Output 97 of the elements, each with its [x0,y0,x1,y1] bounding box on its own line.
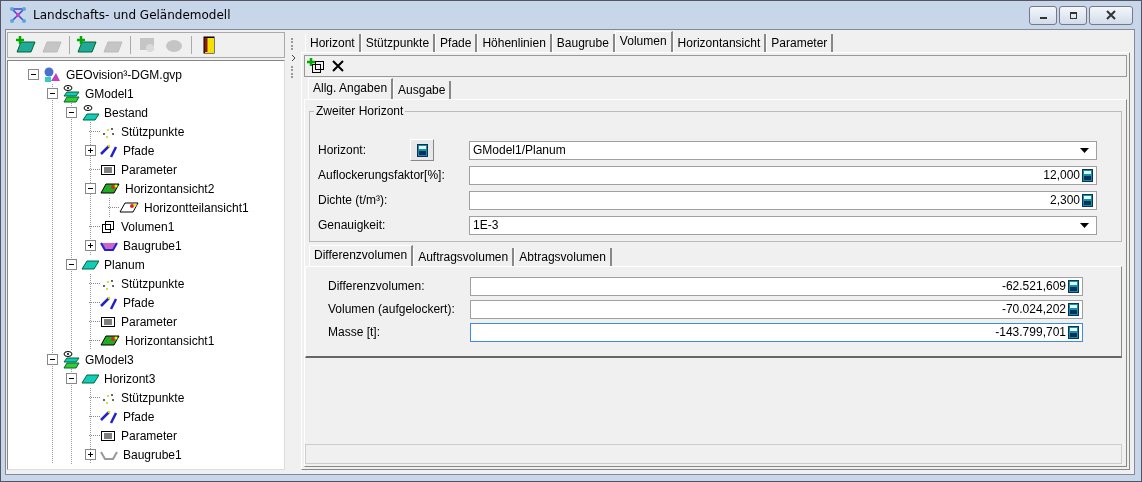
tab[interactable]: Auftragsvolumen [413,248,515,266]
tree-item[interactable]: Parameter [119,314,180,329]
calculator-icon [1082,193,1093,207]
tree-item[interactable]: Horizont3 [102,371,158,386]
tree-item[interactable]: Stützpunkte [119,390,187,405]
list-icon [100,429,116,442]
tab[interactable]: Ausgabe [393,81,452,99]
tree-item[interactable]: Planum [102,257,147,272]
tree-item[interactable]: GEOvision³-DGM.gvp [64,67,185,82]
minimize-icon [1039,17,1047,19]
tab[interactable]: Abtragsvolumen [514,248,612,266]
calculator-icon [1068,302,1079,316]
tree-item[interactable]: Stützpunkte [119,276,187,291]
tab[interactable]: Baugrube [551,34,615,52]
tab[interactable]: Höhenlinien [477,34,552,52]
colored-layer-icon [100,334,120,347]
expand-toggle[interactable] [85,145,96,156]
calculator-icon [1068,279,1079,293]
tree-item[interactable]: Parameter [119,428,180,443]
add-cube-icon[interactable] [307,57,325,75]
tree-item[interactable]: Stützpunkte [119,124,187,139]
collapse-toggle[interactable] [47,354,58,365]
tab[interactable]: Pfade [435,34,478,52]
tree-item[interactable]: GModel1 [83,86,136,101]
dropdown-field[interactable]: 1E-3 [469,215,1097,235]
cube-icon [100,219,116,234]
tree-item[interactable]: Volumen1 [119,219,177,234]
tab[interactable]: Allg. Angaben [308,78,394,99]
tree-item[interactable]: Baugrube1 [121,447,184,462]
eye-layer-icon [81,103,99,122]
caret-icon [1080,222,1089,228]
calculator-icon [416,143,428,157]
plus-icon [86,146,95,155]
tab[interactable]: Horizontansicht [672,34,767,52]
collapse-toggle[interactable] [66,107,77,118]
maximize-button[interactable] [1059,5,1087,25]
field-label: Differenzvolumen: [328,279,426,293]
path-lines-icon [100,294,118,311]
collapse-toggle[interactable] [85,183,96,194]
window-title: Landschafts- und Geländemodell [33,8,231,22]
tree-item[interactable]: Bestand [102,105,151,120]
field-label: Horizont: [318,143,368,157]
collapse-toggle[interactable] [28,69,39,80]
stacked-layers-icon [62,84,80,103]
tab[interactable]: Parameter [766,34,834,52]
minimize-button[interactable] [1029,5,1057,25]
calculator-icon [1082,168,1093,182]
tree-item[interactable]: Horizontansicht1 [123,333,217,348]
picker-button[interactable] [410,139,434,161]
tree-item[interactable]: Horizontansicht2 [123,181,217,196]
tree-item[interactable]: Parameter [119,162,180,177]
colored-layer-icon [100,182,120,195]
list-icon [100,163,116,176]
dropdown-field[interactable]: GModel1/Planum [469,140,1097,160]
stacked-layers-icon [62,350,80,369]
globe-icon [43,66,61,83]
tree-item[interactable]: Pfade [121,295,157,310]
list-icon [100,315,116,328]
path-lines-icon [100,408,118,425]
tab[interactable]: Horizont [305,34,361,52]
collapse-toggle[interactable] [66,373,77,384]
field-label: Genauigkeit: [318,218,387,232]
expand-toggle[interactable] [85,240,96,251]
tab[interactable]: Stützpunkte [360,34,436,52]
close-button[interactable] [1089,5,1133,25]
plus-icon [86,241,95,250]
layer-icon [81,372,99,385]
field-label: Dichte (t/m³): [318,193,389,207]
caret-icon [1080,147,1089,153]
network-app-icon [9,6,27,24]
tree-item[interactable]: Horizontteilansicht1 [142,200,251,215]
field-label: Auflockerungsfaktor[%]: [318,168,445,182]
tree-item[interactable]: Pfade [121,409,157,424]
number-field[interactable]: -143.799,701 [470,322,1083,342]
plus-icon [86,450,95,459]
tree-item[interactable]: GModel3 [83,352,136,367]
tree-item[interactable]: Pfade [121,143,157,158]
field-label: Masse [t]: [328,325,381,339]
delete-icon[interactable] [331,59,345,73]
close-icon [1106,10,1116,20]
calculator-icon [1068,325,1079,339]
collapse-toggle[interactable] [66,259,77,270]
number-field[interactable]: 12,000 [469,165,1097,185]
group-title: Zweiter Horizont [315,104,405,118]
tab[interactable]: Differenzvolumen [309,245,414,266]
path-lines-icon [100,142,118,159]
number-field[interactable]: -62.521,609 [470,276,1083,296]
field-label: Volumen (aufgelockert): [328,302,456,316]
tab[interactable]: Volumen [614,31,673,52]
layer-icon [81,258,99,271]
tree-item[interactable]: Baugrube1 [121,238,184,253]
colored-layer-icon [119,201,139,214]
expand-toggle[interactable] [85,449,96,460]
collapse-toggle[interactable] [47,88,58,99]
number-field[interactable]: -70.024,202 [470,299,1083,319]
number-field[interactable]: 2,300 [469,190,1097,210]
maximize-icon [1068,10,1078,20]
